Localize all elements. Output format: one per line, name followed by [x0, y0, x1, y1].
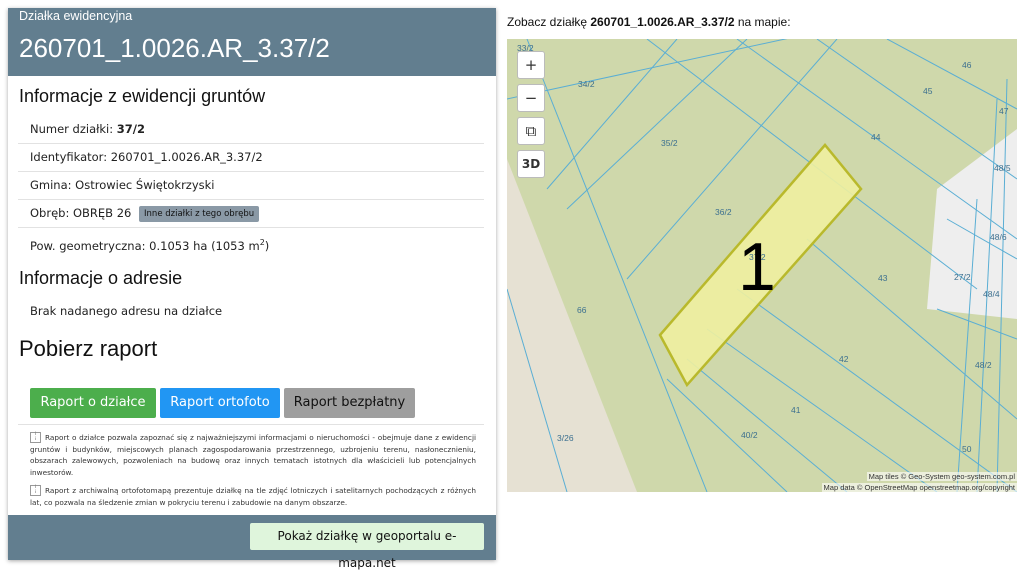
parcel-label: 46 — [962, 60, 972, 70]
parcel-label: 48/5 — [994, 163, 1011, 173]
parcel-marker-number: 1 — [738, 229, 776, 305]
map-caption-prefix: Zobacz działkę — [507, 15, 591, 29]
note-1-text: Raport o działce pozwala zapoznać się z … — [30, 433, 476, 477]
parcel-label: 34/2 — [578, 79, 595, 89]
parcel-label: 43 — [878, 273, 888, 283]
map-data-attribution[interactable]: Map data © OpenStreetMap openstreetmap.o… — [821, 483, 1017, 492]
row-powierzchnia: Pow. geometryczna: 0.1053 ha (1053 m2) — [18, 230, 484, 258]
parcel-label: 41 — [791, 405, 801, 415]
note-2-text: Raport z archiwalną ortofotomapą prezent… — [30, 486, 476, 507]
layers-button[interactable]: ⧉ — [517, 117, 545, 145]
section-heading-raport: Pobierz raport — [19, 336, 158, 361]
minus-icon: − — [524, 89, 538, 107]
card-footer: Pokaż działkę w geoportalu e-mapa.net — [8, 515, 496, 570]
parcel-label: 45 — [923, 86, 933, 96]
layers-icon: ⧉ — [525, 122, 537, 140]
parcel-label: 42 — [839, 354, 849, 364]
header-subtitle: Działka ewidencyjna — [19, 9, 133, 23]
section-heading-adres: Informacje o adresie — [19, 268, 183, 288]
geoportal-button[interactable]: Pokaż działkę w geoportalu e-mapa.net — [250, 523, 484, 570]
parcel-label: 27/2 — [954, 272, 971, 282]
info-icon: ii — [30, 432, 41, 443]
report-ortho-button[interactable]: Raport ortofoto — [160, 388, 280, 418]
map-caption-id: 260701_1.0026.AR_3.37/2 — [590, 15, 735, 29]
parcel-label: 48/6 — [990, 232, 1007, 242]
info-icon: ii — [30, 485, 41, 496]
note-report-ortho: i i Raport z archiwalną ortofotomapą preze… — [30, 485, 476, 508]
parcel-label: 48/4 — [983, 289, 1000, 299]
parcel-label: 66 — [577, 305, 587, 315]
note-report-parcel: i i Raport o działce pozwala zapoznać się … — [30, 432, 476, 478]
parcel-label: 36/2 — [715, 207, 732, 217]
map-caption-suffix: na mapie: — [734, 15, 791, 29]
row-gmina: Gmina: Ostrowiec Świętokrzyski — [18, 172, 484, 200]
obreb-text: Obręb: OBRĘB 26 — [30, 206, 132, 220]
map-canvas[interactable]: 33/2 34/2 35/2 36/2 37/2 44 45 46 47 48/… — [507, 39, 1017, 492]
divider — [18, 424, 484, 425]
numer-label: Numer działki: — [30, 122, 117, 136]
row-numer: Numer działki: 37/2 — [18, 116, 484, 144]
zoom-out-button[interactable]: − — [517, 84, 545, 112]
3d-label: 3D — [521, 157, 541, 171]
zoom-in-button[interactable]: + — [517, 51, 545, 79]
report-free-button[interactable]: Raport bezpłatny — [284, 388, 415, 418]
section-heading-ewidencja: Informacje z ewidencji gruntów — [19, 86, 266, 106]
numer-value: 37/2 — [116, 122, 146, 136]
parcel-label: 44 — [871, 132, 881, 142]
other-parcels-button[interactable]: Inne działki z tego obrębu — [139, 206, 260, 222]
row-adres: Brak nadanego adresu na działce — [30, 304, 223, 318]
row-obreb: Obręb: OBRĘB 26 Inne działki z tego obrę… — [18, 200, 484, 228]
parcel-label: 35/2 — [661, 138, 678, 148]
card-header: Działka ewidencyjna 260701_1.0026.AR_3.3… — [8, 8, 496, 76]
area-text: Pow. geometryczna: 0.1053 ha (1053 m — [30, 238, 260, 253]
parcel-map[interactable]: 33/2 34/2 35/2 36/2 37/2 44 45 46 47 48/… — [507, 39, 1017, 492]
parcel-label: 40/2 — [741, 430, 758, 440]
map-tiles-attribution[interactable]: Map tiles © Geo-System geo-system.com.pl — [866, 472, 1017, 481]
parcel-label: 48/2 — [975, 360, 992, 370]
parcel-info-card: Działka ewidencyjna 260701_1.0026.AR_3.3… — [8, 8, 496, 570]
plus-icon: + — [524, 56, 538, 74]
map-caption: Zobacz działkę 260701_1.0026.AR_3.37/2 n… — [507, 15, 791, 29]
parcel-label: 3/26 — [557, 433, 574, 443]
page-title: 260701_1.0026.AR_3.37/2 — [19, 33, 330, 63]
parcel-label: 47 — [999, 106, 1009, 116]
3d-button[interactable]: 3D — [517, 150, 545, 178]
report-parcel-button[interactable]: Raport o działce — [30, 388, 156, 418]
area-suffix: ) — [264, 238, 270, 253]
parcel-label: 50 — [962, 444, 972, 454]
row-identyfikator: Identyfikator: 260701_1.0026.AR_3.37/2 — [18, 144, 484, 172]
